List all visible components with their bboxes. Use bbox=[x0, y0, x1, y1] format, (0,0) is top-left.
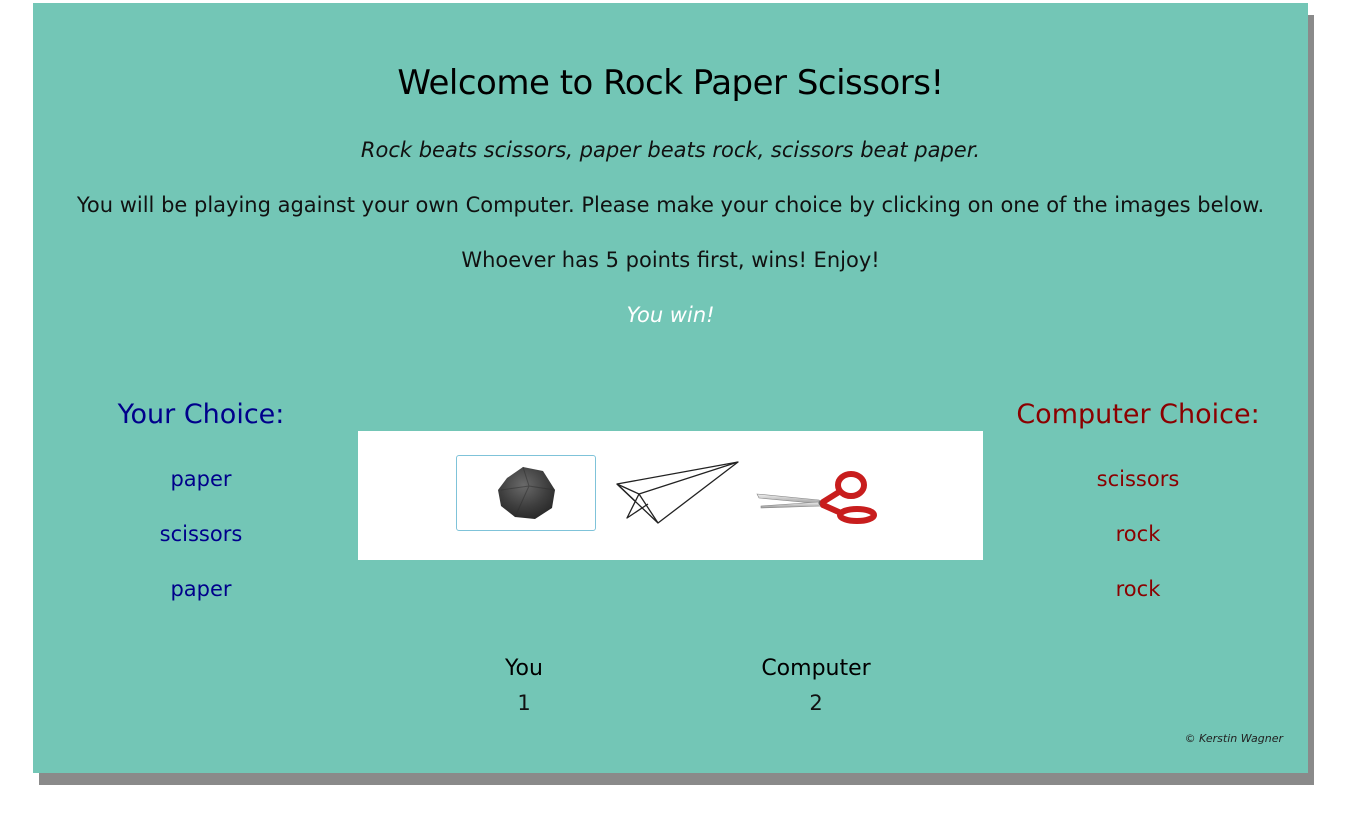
player-score-value: 1 bbox=[517, 691, 531, 715]
scissors-icon bbox=[756, 471, 877, 524]
computer-choice-item: rock bbox=[1115, 577, 1161, 601]
scissors-choice-button[interactable] bbox=[748, 455, 888, 531]
computer-choice-item: scissors bbox=[1096, 467, 1180, 491]
computer-score: Computer 2 bbox=[736, 656, 896, 715]
paper-choice-button[interactable] bbox=[604, 455, 744, 531]
paper-plane-icon bbox=[616, 461, 739, 524]
computer-score-value: 2 bbox=[809, 691, 823, 715]
computer-choice-heading: Computer Choice: bbox=[1016, 399, 1260, 430]
copyright-footer: © Kerstin Wagner bbox=[1184, 732, 1283, 745]
page-title: Welcome to Rock Paper Scissors! bbox=[397, 63, 944, 103]
your-choice-item: paper bbox=[170, 467, 232, 491]
your-choice-item: scissors bbox=[159, 522, 243, 546]
game-card: Welcome to Rock Paper Scissors! Rock bea… bbox=[33, 3, 1308, 773]
rock-choice-button[interactable] bbox=[456, 455, 596, 531]
rock-icon bbox=[498, 466, 556, 519]
choice-picker bbox=[358, 431, 983, 560]
computer-choice-item: rock bbox=[1115, 522, 1161, 546]
your-choice-item: paper bbox=[170, 577, 232, 601]
goal-text: Whoever has 5 points first, wins! Enjoy! bbox=[461, 248, 880, 272]
round-result: You win! bbox=[626, 303, 715, 327]
your-choice-history: paper scissors paper bbox=[71, 465, 331, 630]
player-score: You 1 bbox=[444, 656, 604, 715]
computer-choice-history: scissors rock rock bbox=[1008, 465, 1268, 630]
computer-score-label: Computer bbox=[761, 656, 871, 681]
rules-text: Rock beats scissors, paper beats rock, s… bbox=[360, 138, 981, 162]
your-choice-heading: Your Choice: bbox=[117, 399, 285, 430]
player-score-label: You bbox=[505, 656, 543, 681]
intro-text: You will be playing against your own Com… bbox=[76, 193, 1265, 217]
